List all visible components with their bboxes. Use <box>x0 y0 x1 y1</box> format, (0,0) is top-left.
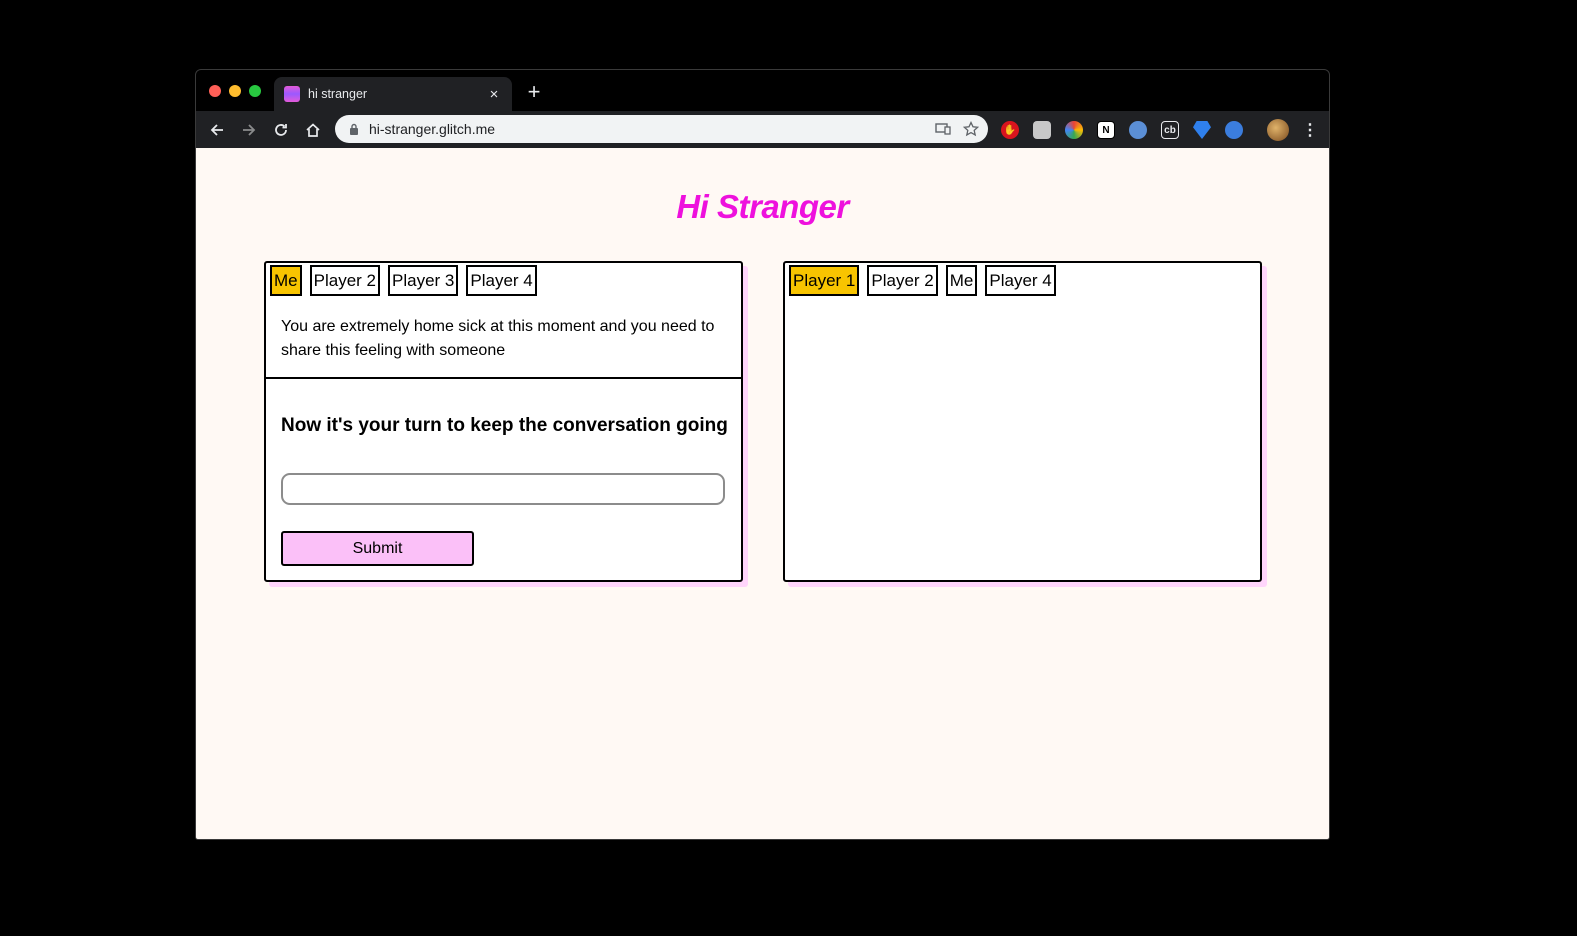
lock-icon <box>347 122 361 136</box>
menu-dots-icon[interactable]: ⋮ <box>1301 121 1319 139</box>
tab-title: hi stranger <box>308 87 368 101</box>
turn-heading: Now it's your turn to keep the conversat… <box>281 415 728 436</box>
minimize-window-button[interactable] <box>229 85 241 97</box>
page-title: Hi Stranger <box>676 188 849 225</box>
tab-player-4[interactable]: Player 4 <box>466 265 537 296</box>
divider <box>266 377 741 379</box>
browser-tab[interactable]: hi stranger × <box>274 77 512 111</box>
tab-me[interactable]: Me <box>945 265 978 296</box>
my-card: Me Player 2 Player 3 Player 4 You are ex… <box>264 261 743 582</box>
notion-extension-icon[interactable]: N <box>1097 121 1115 139</box>
tab-player-2[interactable]: Player 2 <box>309 265 380 296</box>
submit-button[interactable]: Submit <box>281 531 474 566</box>
favicon-icon <box>284 86 300 102</box>
cb-extension-icon[interactable]: cb <box>1161 121 1179 139</box>
tab-player-2[interactable]: Player 2 <box>867 265 938 296</box>
diamond-extension-icon[interactable] <box>1193 121 1211 139</box>
cast-icon[interactable] <box>932 118 954 140</box>
browser-toolbar: hi-stranger.glitch.me ✋ N cb ⋮ <box>196 111 1329 148</box>
maximize-window-button[interactable] <box>249 85 261 97</box>
bookmark-star-icon[interactable] <box>960 118 982 140</box>
tab-player-1[interactable]: Player 1 <box>789 265 860 296</box>
close-window-button[interactable] <box>209 85 221 97</box>
color-extension-icon[interactable] <box>1065 121 1083 139</box>
adblock-extension-icon[interactable]: ✋ <box>1001 121 1019 139</box>
tab-me[interactable]: Me <box>270 265 302 296</box>
prompt-text: You are extremely home sick at this mome… <box>281 318 715 359</box>
reload-icon[interactable] <box>270 119 292 141</box>
tab-player-4[interactable]: Player 4 <box>985 265 1056 296</box>
tab-player-3[interactable]: Player 3 <box>388 265 459 296</box>
home-icon[interactable] <box>302 119 324 141</box>
tab-close-icon[interactable]: × <box>484 86 504 103</box>
forward-icon[interactable] <box>238 119 260 141</box>
other-player-card: Player 1 Player 2 Me Player 4 <box>783 261 1262 582</box>
new-tab-button[interactable]: + <box>523 81 545 103</box>
player-tabs: Me Player 2 Player 3 Player 4 <box>270 265 537 296</box>
page-content: Hi Stranger Me Player 2 Player 3 Player … <box>196 148 1329 839</box>
back-icon[interactable] <box>206 119 228 141</box>
avatar[interactable] <box>1267 119 1289 141</box>
document-extension-icon[interactable] <box>1033 121 1051 139</box>
browser-window: hi stranger × + hi-stranger.glitch.me ✋ … <box>195 69 1330 840</box>
bank-extension-icon[interactable] <box>1225 121 1243 139</box>
address-bar[interactable]: hi-stranger.glitch.me <box>335 115 988 143</box>
tab-strip: hi stranger × + <box>196 70 1329 111</box>
url-text: hi-stranger.glitch.me <box>369 121 496 137</box>
onepassword-extension-icon[interactable] <box>1129 121 1147 139</box>
player-tabs: Player 1 Player 2 Me Player 4 <box>789 265 1056 296</box>
answer-input[interactable] <box>281 473 725 505</box>
